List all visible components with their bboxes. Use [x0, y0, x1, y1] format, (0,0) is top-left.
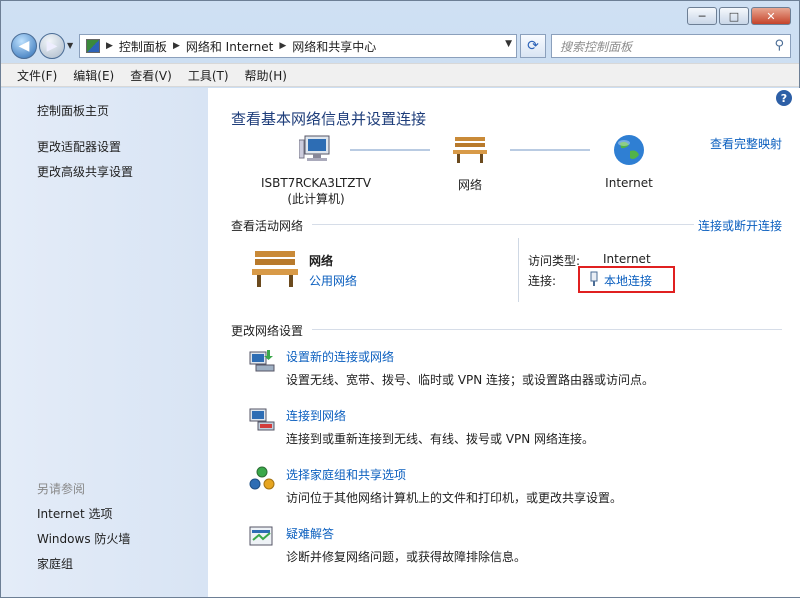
connect-disconnect-link[interactable]: 连接或断开连接 [698, 217, 782, 234]
active-network-name: 网络 [309, 254, 334, 268]
task-description: 连接到或重新连接到无线、有线、拨号或 VPN 网络连接。 [286, 432, 595, 446]
menu-view[interactable]: 查看(V) [122, 67, 180, 84]
help-icon[interactable]: ? [776, 90, 792, 106]
chevron-right-icon[interactable]: ▶ [279, 41, 286, 51]
menu-file[interactable]: 文件(F) [9, 67, 65, 84]
homegroup-icon [249, 466, 275, 490]
minimize-button[interactable]: ─ [687, 7, 717, 25]
divider [312, 329, 782, 330]
chevron-right-icon[interactable]: ▶ [173, 41, 180, 51]
menu-tools[interactable]: 工具(T) [180, 67, 237, 84]
recent-pages-dropdown-icon[interactable]: ▼ [67, 41, 73, 50]
breadcrumb-network-sharing-center[interactable]: 网络和共享中心 [292, 38, 376, 55]
change-settings-heading: 更改网络设置 [231, 324, 304, 338]
task-description: 诊断并修复网络问题，或获得故障排除信息。 [286, 550, 527, 564]
access-type-label: 访问类型: [528, 254, 581, 268]
back-button[interactable]: ◀ [11, 33, 37, 59]
address-bar[interactable]: ▶ 控制面板 ▶ 网络和 Internet ▶ 网络和共享中心 ▼ [79, 34, 517, 58]
map-connector-line [510, 149, 590, 151]
main-content: ? 查看基本网络信息并设置连接 查看完整映射 ISBT7RCKA3LTZTV (… [208, 88, 800, 597]
active-networks-heading: 查看活动网络 [231, 219, 304, 233]
close-button[interactable]: ✕ [751, 7, 791, 25]
sidebar-item-advanced-sharing[interactable]: 更改高级共享设置 [37, 163, 133, 180]
internet-node-label: Internet [605, 176, 653, 190]
task-description: 设置无线、宽带、拨号、临时或 VPN 连接；或设置路由器或访问点。 [286, 373, 655, 387]
sidebar-item-homegroup[interactable]: 家庭组 [37, 555, 73, 572]
chevron-right-icon[interactable]: ▶ [106, 41, 113, 51]
search-input[interactable]: 搜索控制面板 ⚲ [551, 34, 791, 58]
bench-icon [453, 137, 487, 163]
globe-icon [614, 135, 644, 165]
sidebar-item-adapter-settings[interactable]: 更改适配器设置 [37, 138, 121, 155]
network-setup-icon [249, 350, 275, 372]
sidebar-item-control-panel-home[interactable]: 控制面板主页 [37, 102, 109, 119]
forward-button[interactable]: ▶ [39, 33, 65, 59]
sidebar-item-internet-options[interactable]: Internet 选项 [37, 505, 112, 522]
refresh-icon: ⟳ [527, 38, 539, 54]
sidebar: 控制面板主页 更改适配器设置 更改高级共享设置 另请参阅 Internet 选项… [1, 88, 208, 597]
computer-icon [299, 135, 330, 161]
full-map-link[interactable]: 查看完整映射 [710, 135, 782, 152]
menu-edit[interactable]: 编辑(E) [65, 67, 122, 84]
computer-name: ISBT7RCKA3LTZTV [260, 176, 372, 190]
access-type-value: Internet [603, 252, 651, 266]
computer-node: ISBT7RCKA3LTZTV (此计算机) [256, 134, 376, 207]
divider [518, 238, 519, 302]
connection-label: 连接: [528, 274, 557, 288]
sidebar-item-windows-firewall[interactable]: Windows 防火墙 [37, 530, 130, 547]
troubleshoot-icon [249, 526, 273, 546]
breadcrumb-control-panel[interactable]: 控制面板 [119, 38, 167, 55]
breadcrumb-network-internet[interactable]: 网络和 Internet [186, 38, 273, 55]
connect-network-icon [249, 408, 275, 431]
task-title[interactable]: 设置新的连接或网络 [286, 348, 394, 365]
navigation-bar: ◀ ▶ ▼ ▶ 控制面板 ▶ 网络和 Internet ▶ 网络和共享中心 ▼ … [1, 31, 799, 61]
menu-bar: 文件(F) 编辑(E) 查看(V) 工具(T) 帮助(H) [1, 63, 799, 87]
window-controls: ─ □ ✕ [687, 7, 791, 25]
internet-node: Internet [592, 134, 666, 190]
control-panel-icon [86, 39, 100, 53]
network-type-link[interactable]: 公用网络 [309, 272, 357, 289]
see-also-heading: 另请参阅 [37, 482, 86, 496]
computer-subtitle: (此计算机) [287, 192, 345, 206]
menu-help[interactable]: 帮助(H) [237, 67, 295, 84]
page-title: 查看基本网络信息并设置连接 [231, 110, 427, 128]
search-placeholder: 搜索控制面板 [560, 39, 633, 54]
refresh-button[interactable]: ⟳ [520, 34, 546, 58]
highlight-box [578, 266, 675, 293]
network-node-label: 网络 [457, 178, 482, 192]
window: ─ □ ✕ ◀ ▶ ▼ ▶ 控制面板 ▶ 网络和 Internet ▶ 网络和共… [0, 0, 800, 598]
task-title[interactable]: 连接到网络 [286, 407, 346, 424]
task-title[interactable]: 疑难解答 [286, 525, 334, 542]
map-connector-line [350, 149, 430, 151]
divider [312, 224, 694, 225]
title-bar: ─ □ ✕ [1, 1, 799, 31]
network-node: 网络 [438, 134, 502, 193]
address-dropdown-icon[interactable]: ▼ [505, 39, 512, 49]
maximize-button[interactable]: □ [719, 7, 749, 25]
search-icon[interactable]: ⚲ [774, 38, 784, 53]
task-description: 访问位于其他网络计算机上的文件和打印机，或更改共享设置。 [286, 491, 623, 505]
bench-icon [252, 251, 298, 287]
task-title[interactable]: 选择家庭组和共享选项 [286, 466, 406, 483]
